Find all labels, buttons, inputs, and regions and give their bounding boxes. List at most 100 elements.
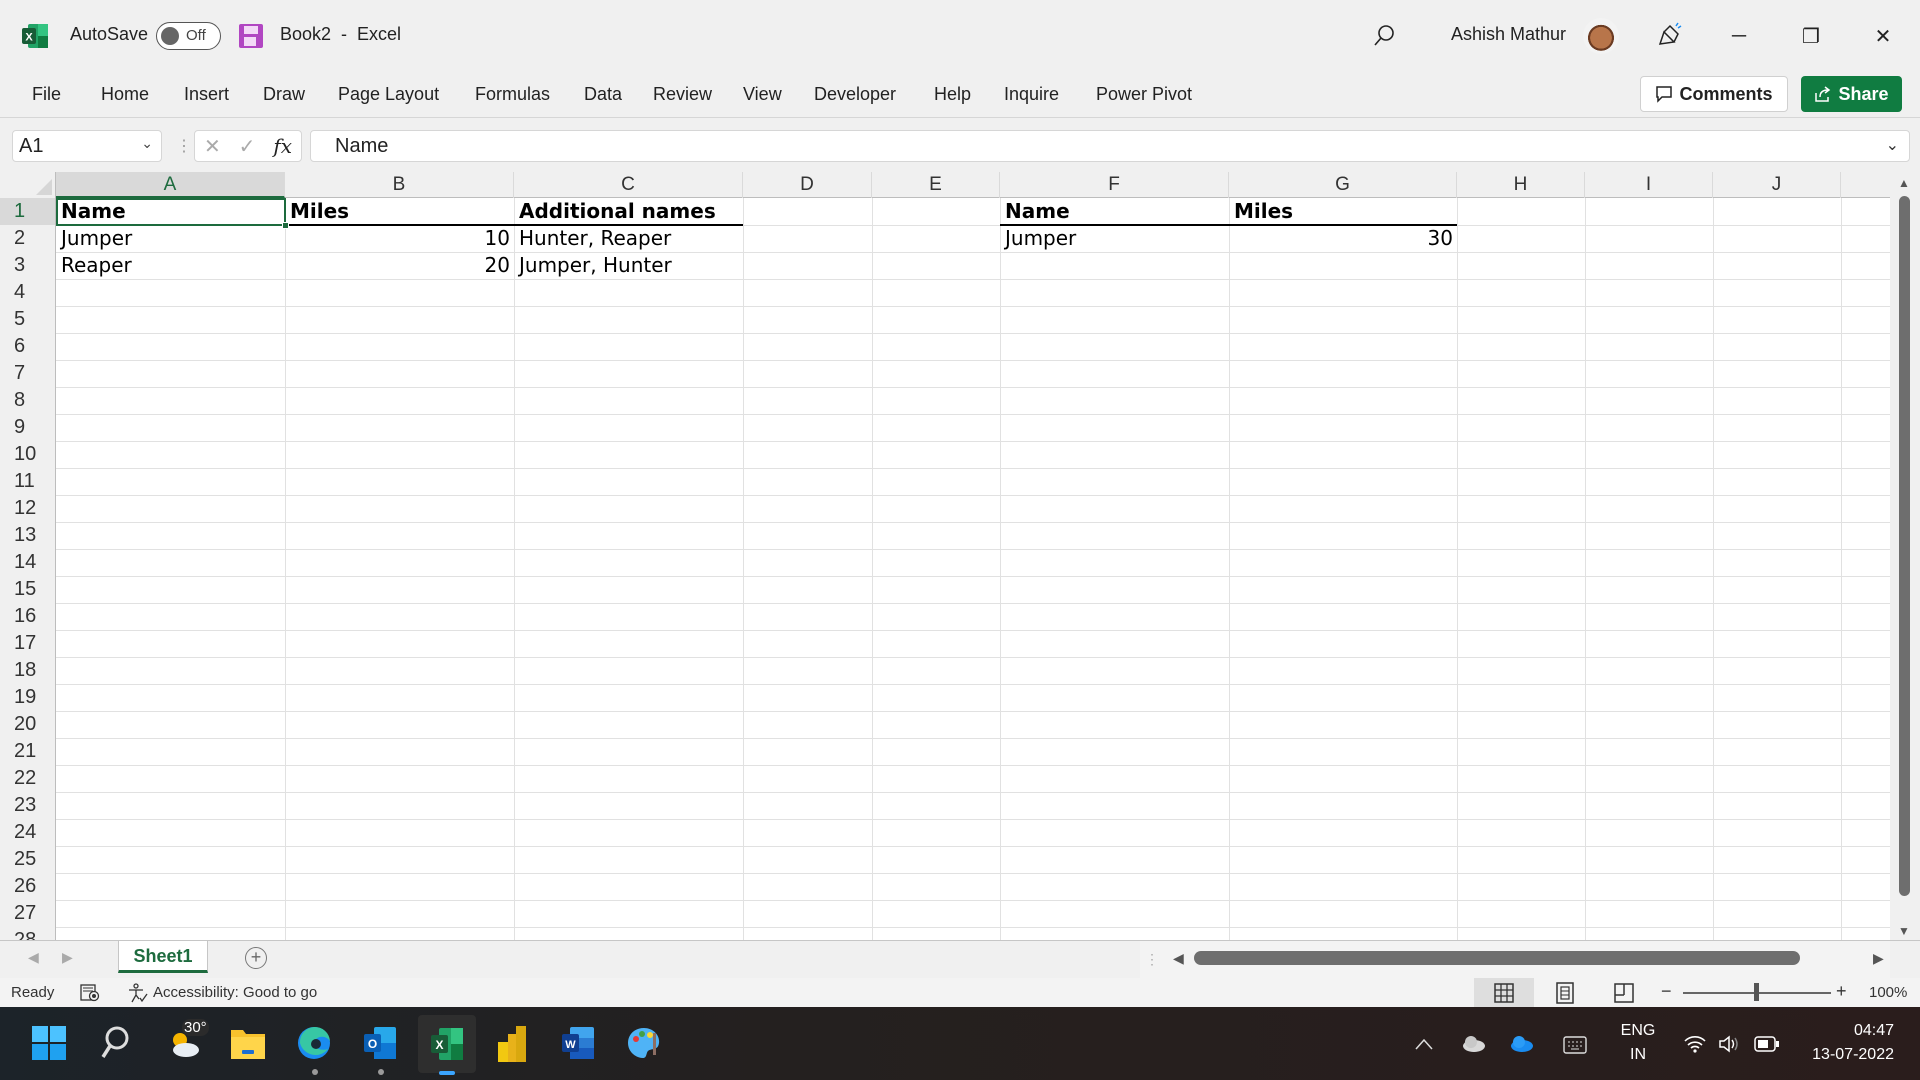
formula-input[interactable]: Name ⌄ [310, 130, 1910, 162]
row-header-4[interactable]: 4 [0, 279, 56, 306]
tab-developer[interactable]: Developer [814, 84, 896, 105]
start-button[interactable] [29, 1023, 69, 1063]
scroll-right-icon[interactable]: ▶ [1873, 950, 1884, 967]
onedrive-business-cloud-icon[interactable] [1508, 1035, 1534, 1053]
row-header-26[interactable]: 26 [0, 873, 56, 900]
previous-sheet-icon[interactable]: ◀ [28, 949, 39, 966]
page-break-preview-button[interactable] [1607, 978, 1641, 1007]
tab-inquire[interactable]: Inquire [1004, 84, 1059, 105]
tab-draw[interactable]: Draw [263, 84, 305, 105]
fill-handle[interactable] [282, 222, 289, 229]
cell-C1[interactable]: Additional names [515, 198, 743, 225]
row-header-2[interactable]: 2 [0, 225, 56, 252]
tab-help[interactable]: Help [934, 84, 971, 105]
row-header-23[interactable]: 23 [0, 792, 56, 819]
show-hidden-icons-chevron-icon[interactable] [1414, 1037, 1434, 1051]
input-language-region[interactable]: IN [1618, 1046, 1658, 1064]
tab-home[interactable]: Home [101, 84, 149, 105]
search-icon[interactable] [1373, 24, 1395, 48]
touch-keyboard-icon[interactable] [1563, 1036, 1587, 1054]
file-explorer-taskbar-icon[interactable] [228, 1023, 268, 1063]
cell-B2[interactable]: 10 [286, 225, 514, 252]
row-header-10[interactable]: 10 [0, 441, 56, 468]
vertical-scroll-thumb[interactable] [1899, 196, 1910, 896]
confirm-entry-button[interactable]: ✓ [239, 134, 256, 159]
row-header-18[interactable]: 18 [0, 657, 56, 684]
chevron-down-icon[interactable]: ⌄ [141, 135, 153, 152]
cell-C2[interactable]: Hunter, Reaper [515, 225, 743, 252]
tab-view[interactable]: View [743, 84, 782, 105]
scroll-down-icon[interactable]: ▼ [1898, 924, 1910, 938]
onedrive-personal-cloud-icon[interactable] [1460, 1035, 1486, 1053]
share-button[interactable]: Share [1801, 76, 1902, 112]
row-header-24[interactable]: 24 [0, 819, 56, 846]
word-taskbar-icon[interactable]: W [558, 1023, 598, 1063]
row-header-5[interactable]: 5 [0, 306, 56, 333]
cell-C3[interactable]: Jumper, Hunter [515, 252, 743, 279]
cancel-entry-button[interactable]: ✕ [204, 134, 221, 159]
taskbar-search-button[interactable] [95, 1023, 135, 1063]
select-all-button[interactable] [0, 172, 56, 198]
tab-power-pivot[interactable]: Power Pivot [1096, 84, 1192, 105]
normal-view-button[interactable] [1474, 978, 1534, 1007]
column-header-I[interactable]: I [1585, 172, 1713, 198]
wifi-icon[interactable] [1683, 1034, 1707, 1054]
cell-B3[interactable]: 20 [286, 252, 514, 279]
horizontal-scroll-thumb[interactable] [1194, 951, 1800, 965]
column-header-D[interactable]: D [743, 172, 872, 198]
next-sheet-icon[interactable]: ▶ [62, 949, 73, 966]
worksheet-grid[interactable]: ABCDEFGHIJ 1 2 3 4 5 6 7 8 9 10 11 12 13 14 15 16 17 18 19… [0, 172, 1920, 940]
row-header-25[interactable]: 25 [0, 846, 56, 873]
horizontal-scrollbar[interactable]: ⋮ ◀ ▶ [1140, 941, 1890, 979]
scrollbar-split-grip[interactable]: ⋮ [1145, 951, 1159, 968]
volume-icon[interactable] [1718, 1034, 1742, 1054]
user-name[interactable]: Ashish Mathur [1451, 24, 1566, 45]
minimize-button[interactable]: ─ [1716, 14, 1762, 58]
row-header-11[interactable]: 11 [0, 468, 56, 495]
zoom-out-button[interactable]: − [1661, 981, 1672, 1002]
cell-G1[interactable]: Miles [1230, 198, 1457, 225]
cell-F2[interactable]: Jumper [1001, 225, 1229, 252]
row-header-16[interactable]: 16 [0, 603, 56, 630]
scroll-up-icon[interactable]: ▲ [1898, 176, 1910, 190]
name-box[interactable]: A1 ⌄ [12, 130, 162, 162]
row-header-17[interactable]: 17 [0, 630, 56, 657]
zoom-level[interactable]: 100% [1869, 984, 1907, 1001]
zoom-in-button[interactable]: + [1836, 981, 1847, 1002]
autosave-toggle[interactable]: Off [156, 22, 221, 50]
column-header-H[interactable]: H [1457, 172, 1585, 198]
row-header-28[interactable]: 28 [0, 927, 56, 940]
row-header-15[interactable]: 15 [0, 576, 56, 603]
excel-taskbar-icon[interactable]: X [418, 1015, 476, 1073]
cell-A2[interactable]: Jumper [57, 225, 285, 252]
zoom-slider-thumb[interactable] [1754, 983, 1759, 1001]
scroll-left-icon[interactable]: ◀ [1173, 950, 1184, 967]
input-language-primary[interactable]: ENG [1618, 1022, 1658, 1040]
save-icon[interactable] [239, 24, 263, 48]
insert-function-button[interactable]: fx [273, 134, 292, 158]
row-header-20[interactable]: 20 [0, 711, 56, 738]
expand-formula-bar-icon[interactable]: ⌄ [1886, 135, 1899, 155]
close-button[interactable]: ✕ [1860, 14, 1906, 58]
tab-review[interactable]: Review [653, 84, 712, 105]
column-header-B[interactable]: B [285, 172, 514, 198]
column-header-C[interactable]: C [514, 172, 743, 198]
row-header-6[interactable]: 6 [0, 333, 56, 360]
feedback-megaphone-icon[interactable] [1656, 22, 1682, 48]
row-header-21[interactable]: 21 [0, 738, 56, 765]
row-header-3[interactable]: 3 [0, 252, 56, 279]
row-header-14[interactable]: 14 [0, 549, 56, 576]
clock-time[interactable]: 04:47 [1780, 1022, 1894, 1040]
formula-bar-resize-grip[interactable]: ⋮ [176, 136, 192, 156]
row-header-19[interactable]: 19 [0, 684, 56, 711]
cell-A3[interactable]: Reaper [57, 252, 285, 279]
accessibility-status[interactable]: Accessibility: Good to go [153, 984, 317, 1001]
restore-button[interactable]: ❐ [1788, 14, 1834, 58]
column-header-G[interactable]: G [1229, 172, 1457, 198]
sheet-tab-sheet1[interactable]: Sheet1 [118, 941, 208, 973]
add-sheet-button[interactable]: + [245, 947, 267, 969]
tab-file[interactable]: File [32, 84, 61, 105]
weather-widget[interactable]: 30° [160, 1019, 210, 1063]
cell-F1[interactable]: Name [1001, 198, 1229, 225]
macro-recording-icon[interactable] [80, 984, 100, 1002]
